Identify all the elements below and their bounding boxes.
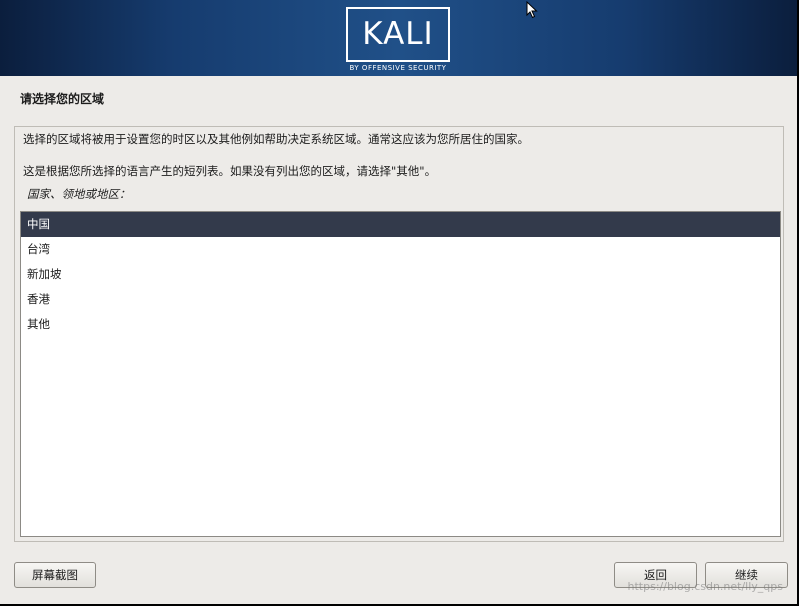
list-item-other[interactable]: 其他: [21, 312, 780, 337]
list-item-hongkong[interactable]: 香港: [21, 287, 780, 312]
logo-tagline: BY OFFENSIVE SECURITY: [349, 64, 447, 72]
screenshot-button[interactable]: 屏幕截图: [14, 562, 96, 588]
watermark-text: https://blog.csdn.net/lly_qps: [627, 580, 783, 593]
description-text-1: 选择的区域将被用于设置您的时区以及其他例如帮助决定系统区域。通常这应该为您所居住…: [23, 132, 529, 146]
kali-banner: KALI BY OFFENSIVE SECURITY: [0, 0, 797, 76]
description-text-2: 这是根据您所选择的语言产生的短列表。如果没有列出您的区域，请选择"其他"。: [23, 164, 437, 178]
page-title: 请选择您的区域: [20, 92, 105, 106]
kali-logo: KALI: [346, 7, 450, 62]
country-list-label: 国家、领地或地区：: [27, 187, 131, 201]
logo-text: KALI: [362, 16, 434, 52]
mouse-pointer-icon: [526, 1, 538, 19]
installer-window: KALI BY OFFENSIVE SECURITY 请选择您的区域 选择的区域…: [0, 0, 797, 604]
list-item-singapore[interactable]: 新加坡: [21, 262, 780, 287]
country-list[interactable]: 中国 台湾 新加坡 香港 其他: [20, 211, 781, 537]
list-item-china[interactable]: 中国: [21, 212, 780, 237]
list-item-taiwan[interactable]: 台湾: [21, 237, 780, 262]
